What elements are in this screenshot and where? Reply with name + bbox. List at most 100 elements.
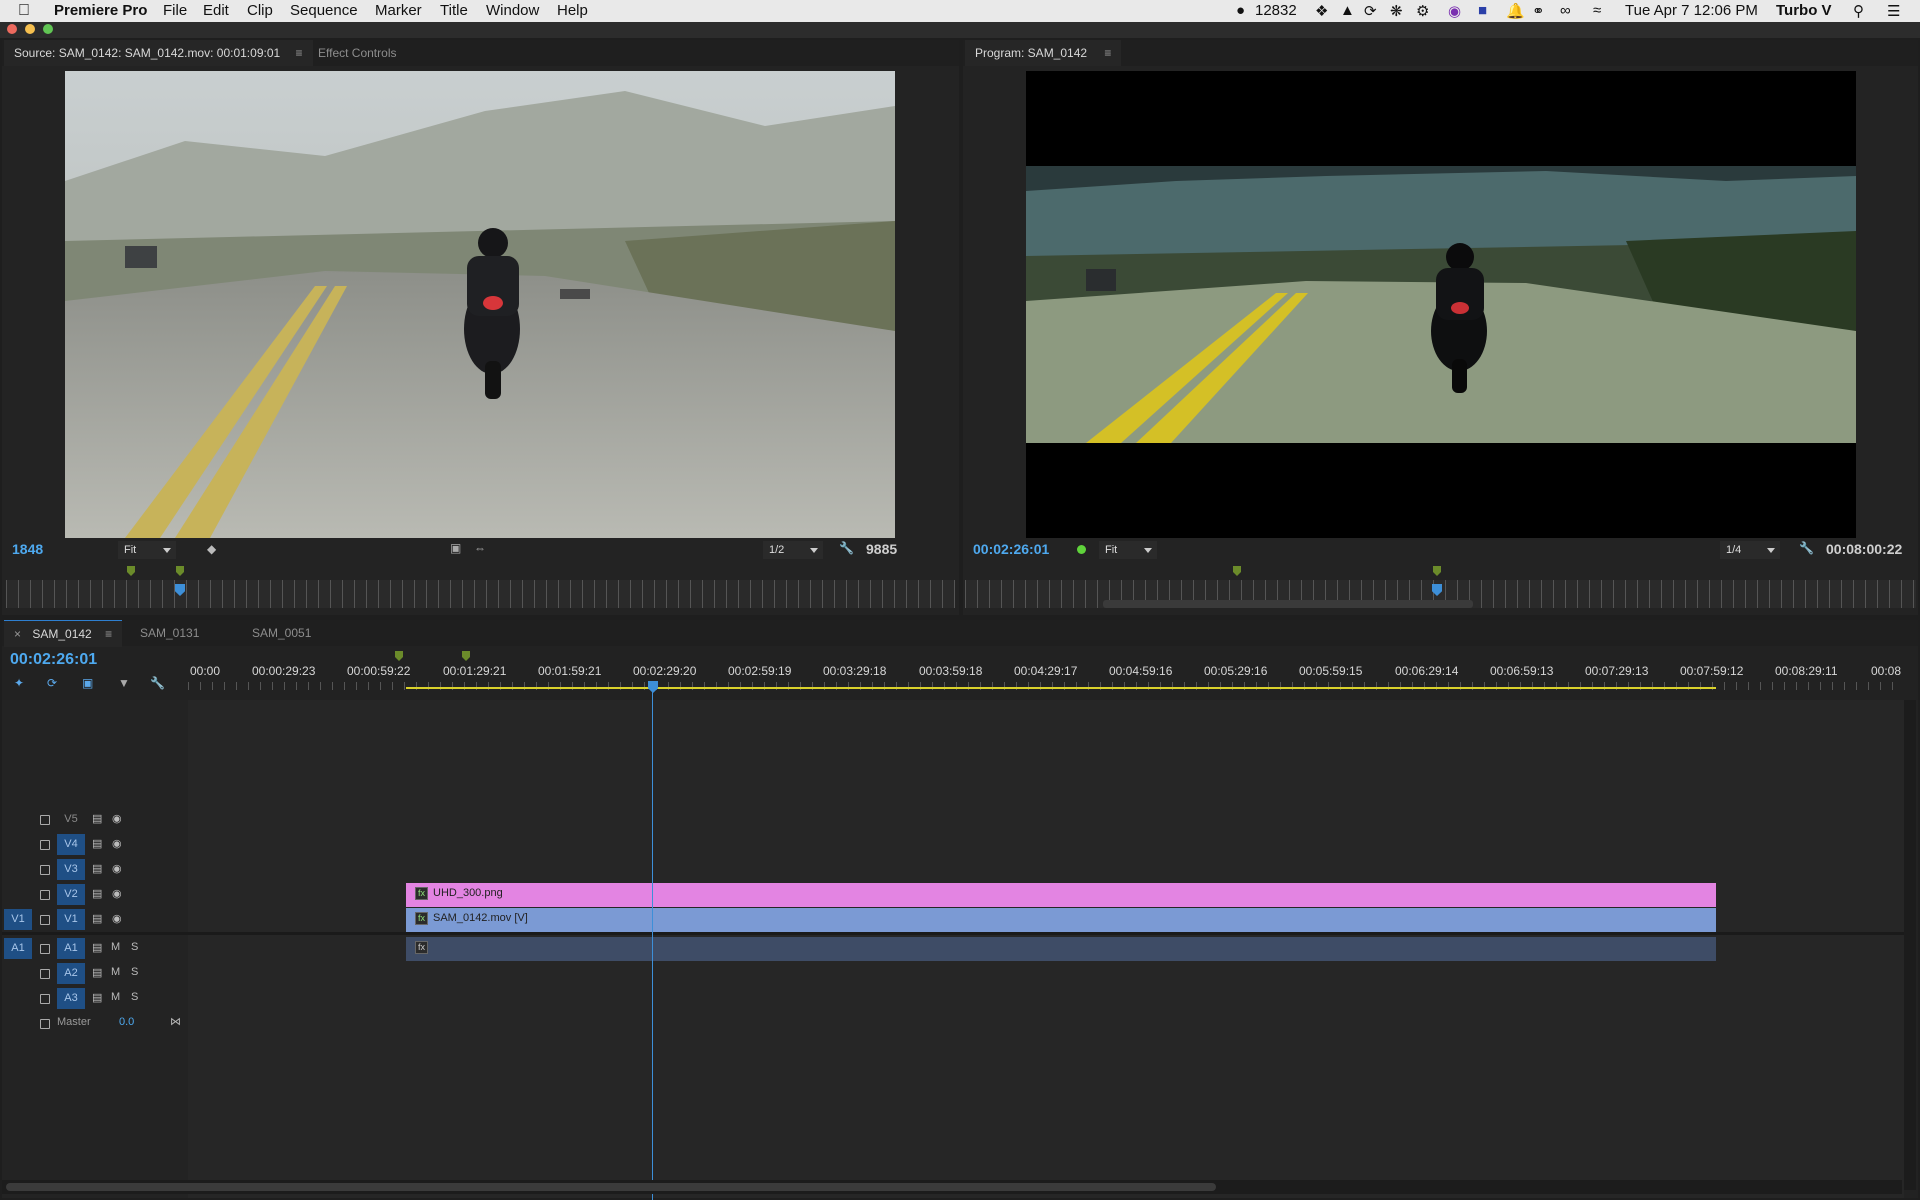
track-target-a2[interactable]: A2 xyxy=(57,963,85,984)
eye-icon[interactable]: ◉ xyxy=(112,837,122,850)
snap-icon[interactable]: ✦ xyxy=(14,676,24,690)
eye-icon[interactable]: ◉ xyxy=(112,887,122,900)
lock-icon[interactable] xyxy=(40,1019,50,1029)
clip-sam-0142-audio[interactable]: fx xyxy=(406,937,1716,961)
track-target-v5[interactable]: V5 xyxy=(57,809,85,830)
lock-icon[interactable] xyxy=(40,994,50,1004)
menu-clip[interactable]: Clip xyxy=(247,2,273,19)
status-app-icon[interactable]: ● xyxy=(1236,2,1245,19)
user-name[interactable]: Turbo V xyxy=(1776,2,1832,19)
settings-icon[interactable]: ⚙ xyxy=(1416,2,1429,20)
lock-icon[interactable] xyxy=(40,865,50,875)
creative-cloud-icon[interactable]: ∞ xyxy=(1560,2,1571,19)
video-audio-divider[interactable] xyxy=(2,932,1904,935)
sync-lock-icon[interactable]: ▤ xyxy=(92,991,102,1004)
menu-marker[interactable]: Marker xyxy=(375,2,422,19)
timeline-current-timecode[interactable]: 00:02:26:01 xyxy=(10,651,97,669)
source-in-point[interactable]: 1848 xyxy=(12,541,43,557)
linked-selection-icon[interactable]: ⟳ xyxy=(47,676,57,690)
clip-uhd-300[interactable]: fx UHD_300.png xyxy=(406,883,1716,907)
lock-icon[interactable] xyxy=(40,944,50,954)
timeline-vertical-scrollbar[interactable] xyxy=(1904,700,1916,1190)
program-resolution-select[interactable]: 1/4 xyxy=(1720,541,1780,559)
program-video-frame[interactable] xyxy=(1026,71,1856,538)
timeline-marker-icon[interactable]: ▼ xyxy=(118,676,130,690)
sync-lock-icon[interactable]: ▤ xyxy=(92,887,102,900)
mute-button[interactable]: M xyxy=(111,991,120,1003)
tab-program[interactable]: Program: SAM_0142 ≡ xyxy=(965,40,1122,66)
nest-icon[interactable]: ▣ xyxy=(82,676,93,690)
tab-source[interactable]: Source: SAM_0142: SAM_0142.mov: 00:01:09… xyxy=(4,40,313,66)
source-patch-v1[interactable]: V1 xyxy=(4,909,32,930)
menu-edit[interactable]: Edit xyxy=(203,2,229,19)
source-settings-wrench-icon[interactable]: 🔧 xyxy=(839,541,854,555)
lock-icon[interactable] xyxy=(40,815,50,825)
solo-button[interactable]: S xyxy=(131,966,138,978)
solo-button[interactable]: S xyxy=(131,991,138,1003)
master-options-icon[interactable]: ⋈ xyxy=(170,1015,181,1028)
menu-title[interactable]: Title xyxy=(440,2,468,19)
scrollbar-thumb[interactable] xyxy=(6,1183,1216,1191)
source-patch-a1[interactable]: A1 xyxy=(4,938,32,959)
fan-icon[interactable]: ❋ xyxy=(1390,2,1403,20)
drag-video-icon[interactable]: ▣ xyxy=(450,541,461,555)
notification-icon[interactable]: 🔔 xyxy=(1506,2,1525,20)
master-volume[interactable]: 0.0 xyxy=(119,1016,134,1028)
sync-icon[interactable]: ⟳ xyxy=(1364,2,1377,20)
zoom-window-button[interactable] xyxy=(43,24,53,34)
tab-sequence-3[interactable]: SAM_0051 xyxy=(242,620,321,646)
track-target-a3[interactable]: A3 xyxy=(57,988,85,1009)
solo-button[interactable]: S xyxy=(131,941,138,953)
sync-lock-icon[interactable]: ▤ xyxy=(92,862,102,875)
panel-menu-icon[interactable]: ≡ xyxy=(1104,46,1111,60)
eye-icon[interactable]: ◉ xyxy=(112,812,122,825)
close-window-button[interactable] xyxy=(7,24,17,34)
program-marker-2[interactable] xyxy=(1433,566,1441,576)
dropbox-icon[interactable]: ❖ xyxy=(1315,2,1328,20)
tab-sequence-active[interactable]: × SAM_0142 ≡ xyxy=(4,620,123,647)
drive-icon[interactable]: ▲ xyxy=(1340,2,1355,19)
source-time-ruler[interactable] xyxy=(6,580,955,608)
tab-effect-controls[interactable]: Effect Controls xyxy=(308,40,406,66)
add-marker-icon[interactable]: ◆ xyxy=(207,542,216,556)
source-marker-1[interactable] xyxy=(127,566,135,576)
menu-sequence[interactable]: Sequence xyxy=(290,2,358,19)
lock-icon[interactable] xyxy=(40,890,50,900)
drag-audio-icon[interactable]: ⇔ xyxy=(474,541,486,555)
datetime[interactable]: Tue Apr 7 12:06 PM xyxy=(1625,2,1758,19)
program-zoom-scrollbar[interactable] xyxy=(1103,600,1473,608)
minimize-window-button[interactable] xyxy=(25,24,35,34)
program-settings-wrench-icon[interactable]: 🔧 xyxy=(1799,541,1814,555)
track-target-v2[interactable]: V2 xyxy=(57,884,85,905)
lock-icon[interactable] xyxy=(40,915,50,925)
source-zoom-select[interactable]: Fit xyxy=(118,541,176,559)
sync-lock-icon[interactable]: ▤ xyxy=(92,941,102,954)
lock-icon[interactable] xyxy=(40,969,50,979)
sync-lock-icon[interactable]: ▤ xyxy=(92,912,102,925)
spotlight-search-icon[interactable]: ⚲ xyxy=(1853,2,1864,20)
program-marker-1[interactable] xyxy=(1233,566,1241,576)
sync-lock-icon[interactable]: ▤ xyxy=(92,837,102,850)
timeline-playhead-line[interactable] xyxy=(652,690,653,1200)
timeline-horizontal-scrollbar[interactable] xyxy=(2,1180,1902,1194)
eye-icon[interactable]: ◉ xyxy=(112,862,122,875)
track-target-v3[interactable]: V3 xyxy=(57,859,85,880)
app-menu[interactable]: Premiere Pro xyxy=(54,2,147,19)
program-current-timecode[interactable]: 00:02:26:01 xyxy=(973,541,1049,557)
program-zoom-select[interactable]: Fit xyxy=(1099,541,1157,559)
panel-menu-icon[interactable]: ≡ xyxy=(296,46,303,60)
lock-icon[interactable] xyxy=(40,840,50,850)
creative-icon[interactable]: ◉ xyxy=(1448,2,1461,20)
apple-icon[interactable]:  xyxy=(18,2,30,20)
sync-lock-icon[interactable]: ▤ xyxy=(92,966,102,979)
panel-menu-icon[interactable]: ≡ xyxy=(105,627,112,641)
work-area-bar[interactable] xyxy=(406,687,1716,689)
eye-icon[interactable]: ◉ xyxy=(112,912,122,925)
app-tile-icon[interactable]: ■ xyxy=(1478,2,1487,19)
mute-button[interactable]: M xyxy=(111,941,120,953)
mute-button[interactable]: M xyxy=(111,966,120,978)
clip-sam-0142-video[interactable]: fx SAM_0142.mov [V] xyxy=(406,908,1716,932)
track-target-a1[interactable]: A1 xyxy=(57,938,85,959)
notification-center-icon[interactable]: ☰ xyxy=(1887,2,1900,20)
source-marker-2[interactable] xyxy=(176,566,184,576)
